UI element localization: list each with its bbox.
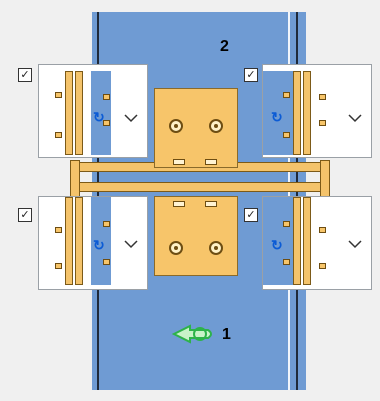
tab-icon xyxy=(103,94,110,100)
checkbox-bottom-left[interactable]: ✓ xyxy=(18,208,32,222)
checkbox-top-right[interactable]: ✓ xyxy=(244,68,258,82)
tab-icon xyxy=(283,92,290,98)
tab-icon xyxy=(319,227,326,233)
tab-icon xyxy=(55,132,62,138)
tab-icon xyxy=(283,221,290,227)
card-top-left[interactable]: ↻ xyxy=(38,64,148,158)
plate-foot xyxy=(173,201,185,207)
tab-icon xyxy=(283,132,290,138)
card-bottom-right[interactable]: ↻ xyxy=(262,196,372,290)
wood-strip xyxy=(303,197,311,285)
card-bottom-left[interactable]: ↻ xyxy=(38,196,148,290)
plate-foot xyxy=(205,159,217,165)
plate-top[interactable] xyxy=(154,88,238,168)
plate-foot xyxy=(205,201,217,207)
chevron-down-icon[interactable] xyxy=(345,237,365,251)
bolt-icon xyxy=(209,119,223,133)
tab-icon xyxy=(283,259,290,265)
chevron-down-icon[interactable] xyxy=(345,111,365,125)
checkbox-top-left[interactable]: ✓ xyxy=(18,68,32,82)
center-bottom-beam xyxy=(70,182,330,192)
plate-foot xyxy=(173,159,185,165)
rotate-icon[interactable]: ↻ xyxy=(93,237,105,254)
wood-strip xyxy=(65,71,73,155)
checkbox-bottom-right[interactable]: ✓ xyxy=(244,208,258,222)
wood-strip xyxy=(75,71,83,155)
plate-bottom[interactable] xyxy=(154,196,238,276)
tab-icon xyxy=(319,263,326,269)
wood-strip xyxy=(293,71,301,155)
arrow-left-icon xyxy=(171,322,216,346)
rotate-icon[interactable]: ↻ xyxy=(271,109,283,126)
tab-icon xyxy=(55,227,62,233)
wood-strip xyxy=(65,197,73,285)
wood-strip xyxy=(293,197,301,285)
wood-strip xyxy=(303,71,311,155)
board-number-1: 1 xyxy=(222,326,231,343)
chevron-down-icon[interactable] xyxy=(121,111,141,125)
tab-icon xyxy=(319,94,326,100)
tab-icon xyxy=(103,221,110,227)
tab-icon xyxy=(55,263,62,269)
wood-strip xyxy=(75,197,83,285)
rotate-icon[interactable]: ↻ xyxy=(271,237,283,254)
bolt-icon xyxy=(209,241,223,255)
bolt-icon xyxy=(169,241,183,255)
card-top-right[interactable]: ↻ xyxy=(262,64,372,158)
bolt-icon xyxy=(169,119,183,133)
board-number-2: 2 xyxy=(220,38,229,55)
tab-icon xyxy=(55,92,62,98)
tab-icon xyxy=(319,120,326,126)
chevron-down-icon[interactable] xyxy=(121,237,141,251)
rotate-icon[interactable]: ↻ xyxy=(93,109,105,126)
tab-icon xyxy=(103,259,110,265)
